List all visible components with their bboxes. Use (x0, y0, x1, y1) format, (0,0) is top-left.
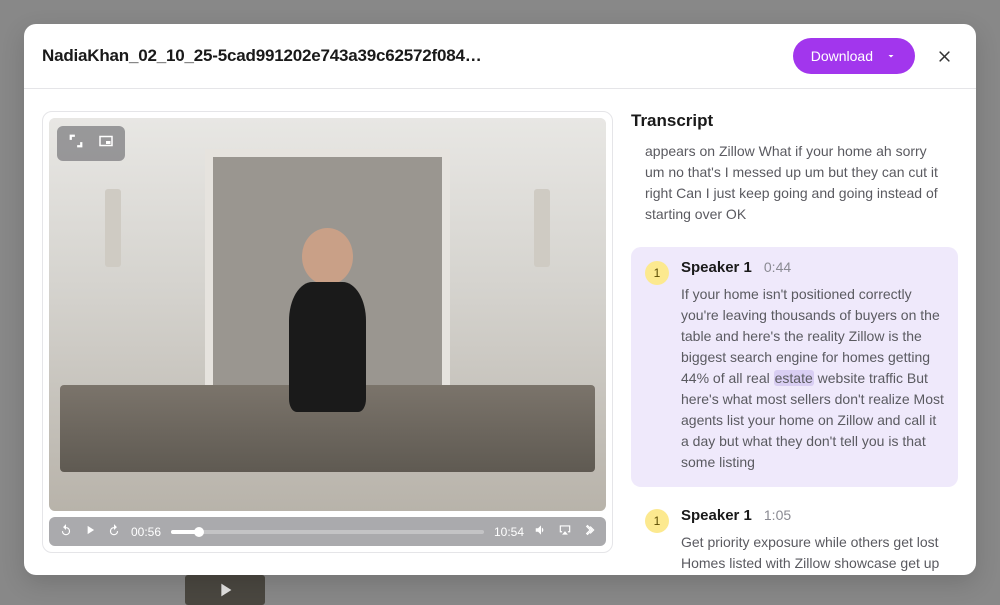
chevron-down-icon (885, 50, 897, 62)
video-transcript-modal: NadiaKhan_02_10_25-5cad991202e743a39c625… (24, 24, 976, 575)
transcript-title: Transcript (631, 111, 958, 131)
duration: 10:54 (494, 525, 524, 539)
video-pane: 00:56 10:54 (24, 89, 631, 575)
progress-bar[interactable] (171, 530, 484, 534)
modal-body: 00:56 10:54 (24, 89, 976, 575)
transcript-segment[interactable]: appears on Zillow What if your home ah s… (631, 141, 958, 239)
airplay-icon[interactable] (558, 523, 572, 540)
video-top-controls (57, 126, 125, 161)
background-video-thumbnail (185, 575, 265, 605)
speaker-badge: 1 (645, 509, 669, 533)
play-icon[interactable] (83, 523, 97, 540)
close-icon (937, 49, 952, 64)
highlighted-word: estate (774, 370, 814, 386)
segment-speaker: Speaker 1 (681, 259, 752, 276)
file-title: NadiaKhan_02_10_25-5cad991202e743a39c625… (42, 46, 482, 66)
transcript-segment[interactable]: 1 Speaker 1 0:44 If your home isn't posi… (631, 247, 958, 487)
segment-timestamp: 0:44 (764, 259, 791, 275)
close-button[interactable] (933, 45, 956, 68)
transcript-scroll[interactable]: appears on Zillow What if your home ah s… (631, 141, 958, 575)
header-actions: Download (793, 38, 956, 74)
picture-in-picture-icon[interactable] (97, 132, 115, 155)
segment-timestamp: 1:05 (764, 507, 791, 523)
download-label: Download (811, 48, 873, 64)
video-viewport[interactable] (49, 118, 606, 511)
rewind-icon[interactable] (59, 523, 73, 540)
expand-icon[interactable] (67, 132, 85, 155)
download-button[interactable]: Download (793, 38, 915, 74)
transcript-pane: Transcript appears on Zillow What if you… (631, 89, 976, 575)
segment-text: Get priority exposure while others get l… (681, 532, 944, 575)
modal-header: NadiaKhan_02_10_25-5cad991202e743a39c625… (24, 24, 976, 89)
speaker-badge: 1 (645, 261, 669, 285)
current-time: 00:56 (131, 525, 161, 539)
volume-icon[interactable] (534, 523, 548, 540)
more-icon[interactable] (582, 523, 596, 540)
video-still (49, 118, 606, 511)
video-frame: 00:56 10:54 (42, 111, 613, 553)
forward-icon[interactable] (107, 523, 121, 540)
video-player-bar: 00:56 10:54 (49, 517, 606, 546)
segment-text: If your home isn't positioned correctly … (681, 284, 944, 473)
transcript-segment[interactable]: 1 Speaker 1 1:05 Get priority exposure w… (631, 495, 958, 575)
segment-text: appears on Zillow What if your home ah s… (645, 141, 944, 225)
segment-speaker: Speaker 1 (681, 507, 752, 524)
